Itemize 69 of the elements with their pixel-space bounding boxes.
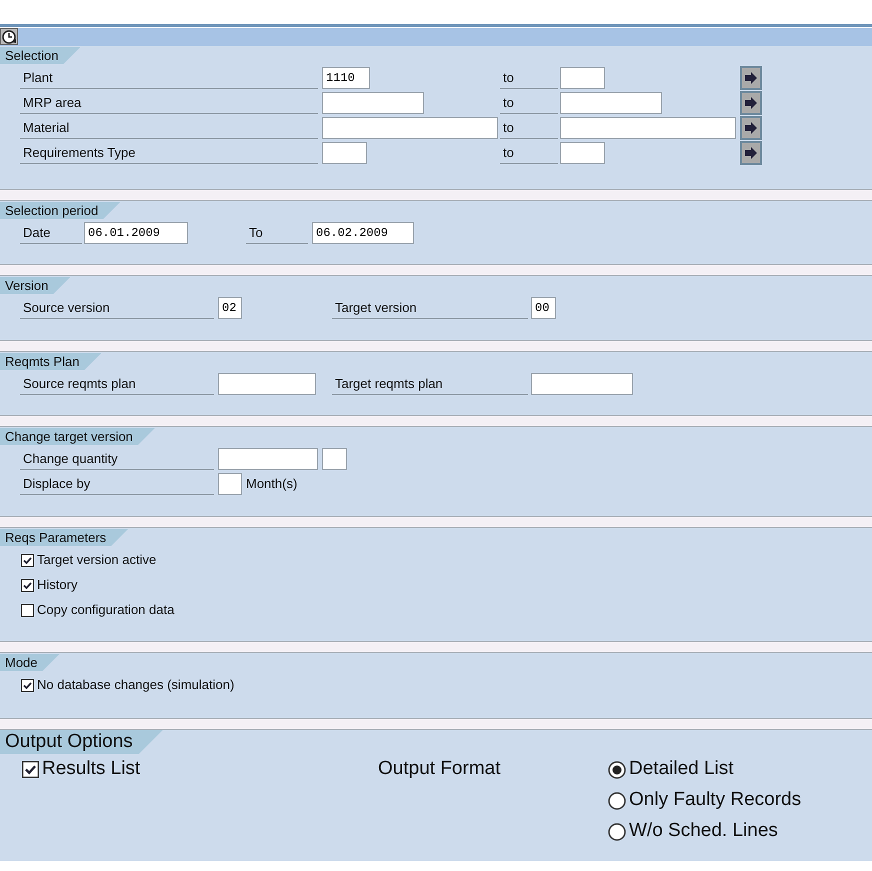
radio-label: Only Faulty Records [629, 788, 802, 812]
field-label: to [500, 67, 558, 89]
field-label: Source reqmts plan [20, 373, 214, 395]
checkbox-label: No database changes (simulation) [37, 676, 234, 694]
input-field[interactable]: 06.01.2009 [84, 222, 188, 244]
section-title: Reqmts Plan [0, 353, 102, 370]
field-label: Output Format [378, 757, 500, 782]
input-field[interactable] [322, 448, 347, 470]
checkbox-label: History [37, 576, 78, 594]
field-label: Plant [20, 67, 318, 89]
checkbox[interactable] [22, 761, 39, 778]
radio-button[interactable] [608, 792, 626, 810]
section-title: Selection period [0, 202, 120, 219]
arrow-icon [744, 122, 758, 134]
field-label: Displace by [20, 473, 214, 495]
section-title: Selection [0, 47, 80, 64]
checkbox-label: Target version active [37, 551, 156, 570]
section-title: Mode [0, 654, 60, 671]
input-field[interactable] [218, 473, 242, 495]
input-field[interactable]: 02 [218, 297, 242, 319]
field-label: Month(s) [246, 475, 298, 494]
multiple-selection-button[interactable] [740, 116, 762, 140]
field-label: Material [20, 117, 318, 139]
clock-icon [2, 30, 16, 44]
field-label: Source version [20, 297, 214, 319]
input-field[interactable] [322, 117, 498, 139]
input-field[interactable] [560, 92, 662, 114]
arrow-icon [744, 147, 758, 159]
checkbox[interactable] [21, 604, 34, 616]
section-title: Change target version [0, 428, 155, 445]
input-field[interactable] [322, 92, 424, 114]
input-field[interactable] [218, 373, 316, 395]
radio-label: Detailed List [629, 757, 734, 782]
field-label: Change quantity [20, 448, 214, 470]
field-label: to [500, 117, 558, 139]
input-field[interactable] [560, 67, 605, 89]
input-field[interactable] [531, 373, 633, 395]
field-label: Requirements Type [20, 142, 318, 164]
section-title: Reqs Parameters [0, 529, 128, 546]
checkbox-label: Results List [42, 757, 140, 782]
checkbox[interactable] [21, 678, 34, 692]
multiple-selection-button[interactable] [740, 141, 762, 165]
input-field[interactable]: 06.02.2009 [312, 222, 414, 244]
field-label: Target version [332, 297, 528, 319]
radio-button[interactable] [608, 760, 626, 778]
input-field[interactable] [322, 142, 367, 164]
checkbox-label: Copy configuration data [37, 601, 174, 620]
input-field[interactable]: 00 [531, 297, 556, 319]
section-title: Version [0, 277, 70, 294]
field-label: to [500, 92, 558, 114]
radio-label: W/o Sched. Lines [629, 819, 778, 844]
input-field[interactable] [560, 117, 736, 139]
field-label: to [500, 142, 558, 164]
section-title: Output Options [0, 730, 163, 754]
arrow-icon [744, 72, 758, 84]
field-label: Date [20, 222, 82, 244]
field-label: MRP area [20, 92, 318, 114]
multiple-selection-button[interactable] [740, 66, 762, 90]
field-label: Target reqmts plan [332, 373, 528, 395]
arrow-icon [744, 97, 758, 109]
checkbox[interactable] [21, 578, 34, 592]
execute-button[interactable] [0, 28, 18, 45]
input-field[interactable] [218, 448, 318, 470]
checkbox[interactable] [21, 554, 34, 566]
radio-button[interactable] [608, 822, 626, 840]
input-field[interactable]: 1110 [322, 67, 370, 89]
input-field[interactable] [560, 142, 605, 164]
field-label: To [246, 222, 308, 244]
multiple-selection-button[interactable] [740, 91, 762, 115]
